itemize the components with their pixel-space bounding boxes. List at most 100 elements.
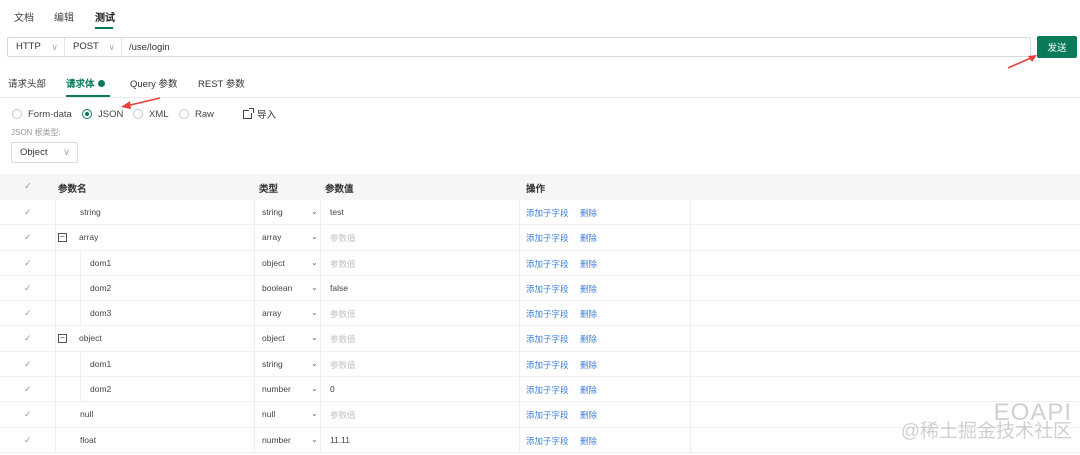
delete-link[interactable]: 删除 (580, 435, 597, 447)
column-divider (320, 402, 321, 427)
add-child-link[interactable]: 添加子字段 (526, 308, 569, 320)
param-type-select[interactable]: object ⌄ (262, 258, 318, 268)
tab-docs[interactable]: 文档 (14, 9, 34, 24)
active-tab-underline (95, 27, 113, 29)
subtab-query[interactable]: Query 参数 (130, 76, 178, 90)
column-divider (254, 225, 255, 250)
body-type-radios: Form-data JSON XML Raw 导入 (10, 107, 610, 121)
param-name[interactable]: null (80, 409, 93, 419)
json-root-select[interactable]: Object ∨ (11, 142, 78, 163)
column-divider (254, 377, 255, 402)
radio-form-data[interactable]: Form-data (12, 107, 72, 121)
delete-link[interactable]: 删除 (580, 308, 597, 320)
param-name[interactable]: array (79, 232, 98, 242)
delete-link[interactable]: 删除 (580, 283, 597, 295)
subtab-headers[interactable]: 请求头部 (8, 76, 46, 90)
param-name[interactable]: float (80, 435, 96, 445)
row-check-icon[interactable]: ✓ (24, 232, 32, 243)
param-value-placeholder[interactable]: 参数值 (330, 258, 356, 270)
row-check-icon[interactable]: ✓ (24, 409, 32, 420)
add-child-link[interactable]: 添加子字段 (526, 283, 569, 295)
row-check-icon[interactable]: ✓ (24, 359, 32, 370)
add-child-link[interactable]: 添加子字段 (526, 258, 569, 270)
column-divider (519, 301, 520, 326)
delete-link[interactable]: 删除 (580, 232, 597, 244)
param-type-select[interactable]: object ⌄ (262, 333, 318, 343)
send-button[interactable]: 发送 (1037, 36, 1077, 58)
column-divider (254, 301, 255, 326)
param-name[interactable]: object (79, 333, 102, 343)
chevron-down-icon: ⌄ (311, 308, 318, 318)
param-type-select[interactable]: string ⌄ (262, 358, 318, 369)
param-type-select[interactable]: number ⌄ (262, 435, 318, 445)
row-check-icon[interactable]: ✓ (24, 207, 32, 218)
row-check-icon[interactable]: ✓ (24, 258, 32, 269)
param-value-placeholder[interactable]: 参数值 (330, 333, 356, 345)
param-type-select[interactable]: boolean ⌄ (262, 283, 318, 293)
param-value-placeholder[interactable]: 参数值 (330, 409, 356, 421)
table-row: ✓ dom3 array ⌄ 参数值 添加子字段 删除 (0, 301, 1080, 327)
param-value-placeholder[interactable]: 参数值 (330, 232, 356, 244)
param-value-placeholder[interactable]: 参数值 (330, 359, 356, 371)
url-input[interactable] (122, 38, 1030, 56)
add-child-link[interactable]: 添加子字段 (526, 333, 569, 345)
param-type-select[interactable]: null ⌄ (262, 409, 318, 419)
tab-edit[interactable]: 编辑 (54, 9, 74, 24)
subtab-rest[interactable]: REST 参数 (198, 76, 245, 90)
column-divider (519, 377, 520, 402)
param-name[interactable]: dom2 (90, 283, 111, 293)
param-value-placeholder[interactable]: 参数值 (330, 308, 356, 320)
column-divider (519, 225, 520, 250)
param-name[interactable]: dom1 (90, 359, 111, 369)
watermark: EOAPI @稀土掘金技术社区 (901, 401, 1072, 442)
param-type-select[interactable]: array ⌄ (262, 232, 318, 242)
delete-link[interactable]: 删除 (580, 333, 597, 345)
param-value[interactable]: 0 (330, 384, 335, 394)
column-divider (55, 377, 56, 402)
param-name[interactable]: string (80, 207, 101, 217)
row-check-icon[interactable]: ✓ (24, 435, 32, 446)
add-child-link[interactable]: 添加子字段 (526, 409, 569, 421)
radio-raw[interactable]: Raw (179, 107, 214, 121)
add-child-link[interactable]: 添加子字段 (526, 359, 569, 371)
column-divider (690, 402, 691, 427)
column-divider (690, 301, 691, 326)
delete-link[interactable]: 删除 (580, 258, 597, 270)
param-type: string (262, 358, 283, 369)
row-check-icon[interactable]: ✓ (24, 308, 32, 319)
param-name[interactable]: dom1 (90, 258, 111, 268)
param-value[interactable]: test (330, 207, 344, 217)
param-type-select[interactable]: array ⌄ (262, 308, 318, 318)
delete-link[interactable]: 删除 (580, 384, 597, 396)
delete-link[interactable]: 删除 (580, 409, 597, 421)
param-name[interactable]: dom3 (90, 308, 111, 318)
add-child-link[interactable]: 添加子字段 (526, 232, 569, 244)
chevron-down-icon: ∨ (51, 42, 58, 52)
param-type-select[interactable]: number ⌄ (262, 384, 318, 394)
select-all-check-icon[interactable]: ✓ (24, 181, 32, 192)
radio-circle-icon (179, 109, 189, 119)
method-select[interactable]: POST ∨ (65, 38, 122, 56)
add-child-link[interactable]: 添加子字段 (526, 207, 569, 219)
row-check-icon[interactable]: ✓ (24, 283, 32, 294)
subtab-body[interactable]: 请求体 (66, 76, 105, 90)
param-name[interactable]: dom2 (90, 384, 111, 394)
param-type-select[interactable]: string ⌄ (262, 207, 318, 217)
collapse-icon[interactable]: − (58, 233, 67, 243)
delete-link[interactable]: 删除 (580, 359, 597, 371)
tab-test[interactable]: 测试 (95, 9, 115, 24)
import-button[interactable]: 导入 (243, 107, 276, 121)
param-value[interactable]: 11.11 (330, 435, 350, 445)
row-check-icon[interactable]: ✓ (24, 333, 32, 344)
add-child-link[interactable]: 添加子字段 (526, 384, 569, 396)
json-root-value: Object (20, 147, 48, 158)
delete-link[interactable]: 删除 (580, 207, 597, 219)
row-check-icon[interactable]: ✓ (24, 384, 32, 395)
radio-checked-icon (82, 109, 92, 119)
protocol-select[interactable]: HTTP ∨ (8, 38, 65, 56)
arrow-icon (1007, 55, 1037, 69)
radio-circle-icon (133, 109, 143, 119)
collapse-icon[interactable]: − (58, 334, 67, 344)
add-child-link[interactable]: 添加子字段 (526, 435, 569, 447)
param-value[interactable]: false (330, 283, 348, 293)
